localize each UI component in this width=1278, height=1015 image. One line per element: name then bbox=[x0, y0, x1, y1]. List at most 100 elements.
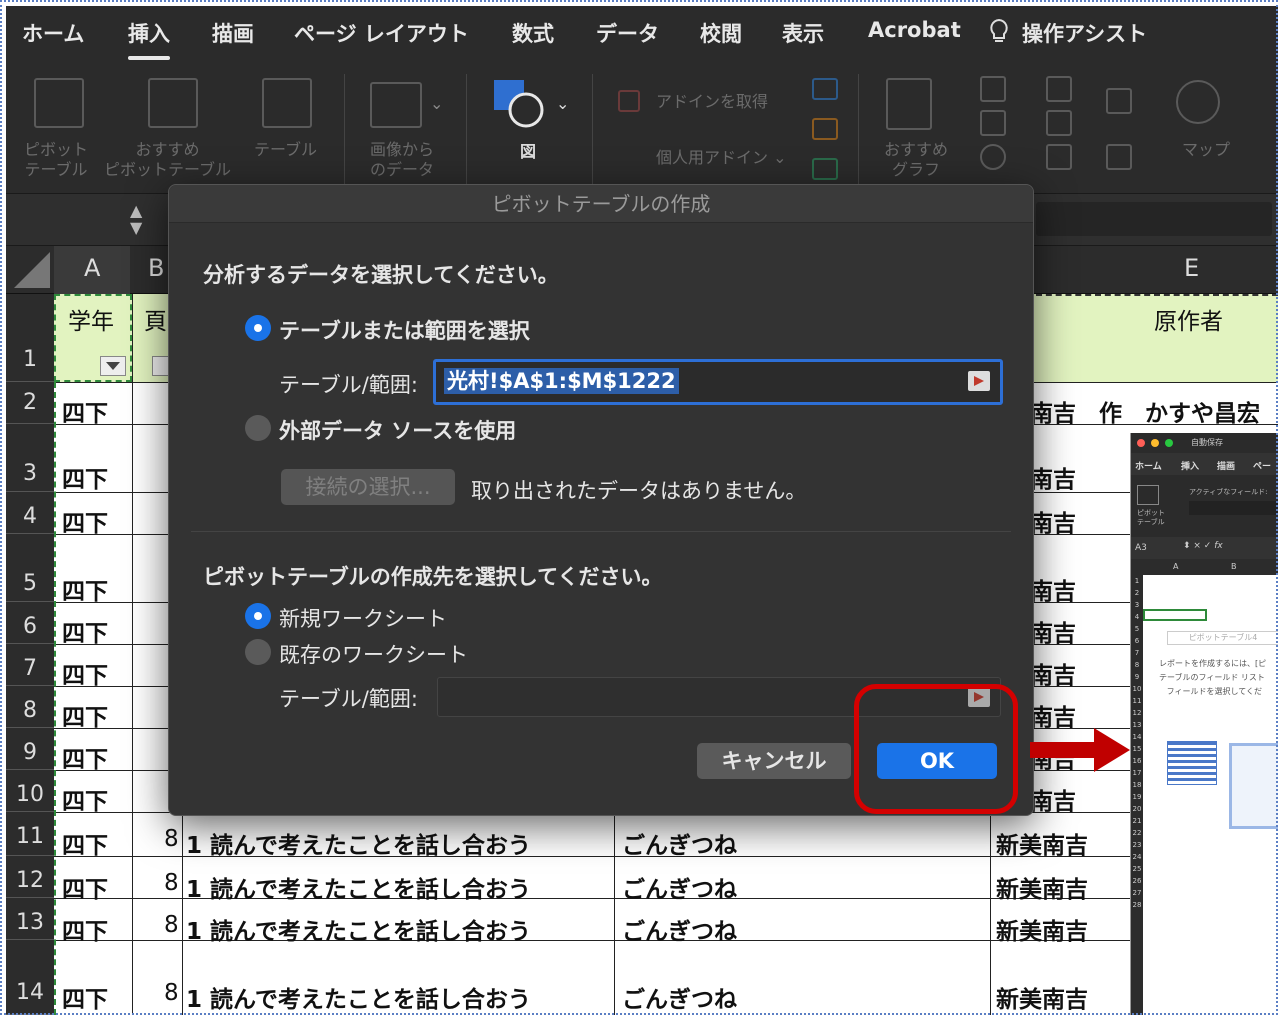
row-header-14[interactable]: 14 bbox=[6, 940, 54, 1015]
line-chart-icon[interactable] bbox=[980, 110, 1006, 136]
tab-draw[interactable]: 描画 bbox=[212, 18, 254, 48]
select-all-corner[interactable] bbox=[14, 252, 50, 288]
row-header-1[interactable]: 1 bbox=[6, 294, 54, 382]
image-data-icon[interactable] bbox=[370, 82, 422, 128]
tab-page-layout[interactable]: ページ レイアウト bbox=[294, 18, 469, 48]
radio-table-range[interactable] bbox=[245, 315, 271, 341]
tab-data[interactable]: データ bbox=[596, 18, 659, 48]
radio-existing-worksheet[interactable] bbox=[245, 639, 271, 665]
range-input[interactable]: 光村!$A$1:$M$1222 bbox=[433, 359, 1003, 405]
cell-e6[interactable]: 南吉 bbox=[1030, 614, 1076, 648]
row-header-5[interactable]: 5 bbox=[6, 534, 54, 602]
column-header-a[interactable]: A bbox=[84, 254, 100, 282]
cell-author[interactable]: 新美南吉 bbox=[996, 912, 1088, 946]
cell-e7[interactable]: 南吉 bbox=[1030, 656, 1076, 690]
shapes-icon[interactable] bbox=[492, 78, 552, 134]
cell-grade[interactable]: 四下 bbox=[62, 912, 108, 946]
formula-input[interactable] bbox=[1036, 202, 1272, 236]
row-header-3[interactable]: 3 bbox=[6, 424, 54, 492]
row-header-4[interactable]: 4 bbox=[6, 492, 54, 534]
tab-acrobat[interactable]: Acrobat bbox=[868, 18, 961, 42]
personal-addins-button[interactable]: 個人用アドイン ⌄ bbox=[656, 148, 787, 168]
recommended-chart-icon[interactable] bbox=[886, 78, 932, 130]
cell-grade[interactable]: 四下 bbox=[62, 980, 108, 1014]
recommended-chart-button[interactable]: おすすめ グラフ bbox=[884, 140, 948, 180]
filter-dropdown-icon[interactable] bbox=[100, 356, 126, 376]
radio-table-range-label[interactable]: テーブルまたは範囲を選択 bbox=[279, 315, 530, 345]
pivot-table-button[interactable]: ピボット テーブル bbox=[24, 140, 88, 180]
get-addins-button[interactable]: アドインを取得 bbox=[656, 92, 768, 112]
cell-grade[interactable]: 四下 bbox=[62, 460, 108, 494]
radio-existing-worksheet-label[interactable]: 既存のワークシート bbox=[279, 639, 468, 669]
figure-button[interactable]: 図 bbox=[520, 142, 536, 162]
cell-e2[interactable]: 南吉 作 かすや昌宏 bbox=[1030, 394, 1260, 428]
map-button[interactable]: マップ bbox=[1182, 140, 1230, 160]
scatter-chart-icon[interactable] bbox=[1046, 144, 1072, 170]
column-chart-icon[interactable] bbox=[980, 76, 1006, 102]
cell-grade[interactable]: 四下 bbox=[62, 656, 108, 690]
cell-title[interactable]: ごんぎつね bbox=[622, 870, 737, 904]
cell-grade[interactable]: 四下 bbox=[62, 504, 108, 538]
cell-e4[interactable]: 南吉 bbox=[1030, 504, 1076, 538]
radio-new-worksheet-label[interactable]: 新規ワークシート bbox=[279, 603, 447, 633]
radio-external-source-label[interactable]: 外部データ ソースを使用 bbox=[279, 415, 516, 445]
hierarchy-chart-icon[interactable] bbox=[1046, 76, 1072, 102]
cell-lesson[interactable]: 1 読んで考えたことを話し合おう bbox=[186, 870, 531, 904]
tab-insert[interactable]: 挿入 bbox=[128, 18, 170, 60]
cell-grade[interactable]: 四下 bbox=[62, 782, 108, 816]
tab-review[interactable]: 校閲 bbox=[700, 18, 742, 48]
cell-grade[interactable]: 四下 bbox=[62, 394, 108, 428]
column-header-b[interactable]: B bbox=[148, 254, 164, 282]
collapse-dialog-icon[interactable] bbox=[968, 371, 990, 391]
cell-grade[interactable]: 四下 bbox=[62, 698, 108, 732]
bing-icon[interactable] bbox=[812, 118, 838, 140]
choose-connection-button[interactable]: 接続の選択... bbox=[281, 469, 455, 505]
radio-new-worksheet[interactable] bbox=[245, 603, 271, 629]
cell-e5[interactable]: 南吉 bbox=[1030, 572, 1076, 606]
image-data-button[interactable]: 画像から のデータ bbox=[370, 140, 434, 180]
chevron-down-icon[interactable]: ⌄ bbox=[430, 94, 443, 113]
cell-page[interactable]: 8 bbox=[164, 980, 179, 1006]
stat-chart-icon[interactable] bbox=[1046, 110, 1072, 136]
pivot-table-icon[interactable] bbox=[34, 78, 84, 128]
cell-page[interactable]: 8 bbox=[164, 870, 179, 896]
cell-author[interactable]: 新美南吉 bbox=[996, 870, 1088, 904]
cell-title[interactable]: ごんぎつね bbox=[622, 826, 737, 860]
tab-view[interactable]: 表示 bbox=[782, 18, 824, 48]
table-icon[interactable] bbox=[262, 78, 312, 128]
visio-icon[interactable] bbox=[812, 78, 838, 100]
recommended-pivot-icon[interactable] bbox=[148, 78, 198, 128]
cell-a1[interactable]: 学年 bbox=[68, 302, 114, 336]
cell-lesson[interactable]: 1 読んで考えたことを話し合おう bbox=[186, 912, 531, 946]
row-header-9[interactable]: 9 bbox=[6, 728, 54, 770]
cell-grade[interactable]: 四下 bbox=[62, 614, 108, 648]
tab-formulas[interactable]: 数式 bbox=[512, 18, 554, 48]
row-header-12[interactable]: 12 bbox=[6, 856, 54, 898]
cell-e8[interactable]: 南吉 bbox=[1030, 698, 1076, 732]
cell-grade[interactable]: 四下 bbox=[62, 826, 108, 860]
table-button[interactable]: テーブル bbox=[254, 140, 317, 160]
tab-tell-me[interactable]: 操作アシスト bbox=[1022, 18, 1147, 48]
cell-title[interactable]: ごんぎつね bbox=[622, 912, 737, 946]
cell-e3[interactable]: 南吉 bbox=[1030, 460, 1076, 494]
waterfall-chart-icon[interactable] bbox=[1106, 88, 1132, 114]
row-header-8[interactable]: 8 bbox=[6, 686, 54, 728]
cell-lesson[interactable]: 1 読んで考えたことを話し合おう bbox=[186, 826, 531, 860]
combo-chart-icon[interactable] bbox=[1106, 144, 1132, 170]
row-header-6[interactable]: 6 bbox=[6, 602, 54, 644]
cell-e1[interactable]: 原作者 bbox=[1154, 302, 1223, 336]
cell-page[interactable]: 8 bbox=[164, 912, 179, 938]
cell-page[interactable]: 8 bbox=[164, 826, 179, 852]
cell-grade[interactable]: 四下 bbox=[62, 572, 108, 606]
name-box-stepper-icon[interactable]: ▲ ▼ bbox=[130, 202, 142, 236]
cell-lesson[interactable]: 1 読んで考えたことを話し合おう bbox=[186, 980, 531, 1014]
cell-grade[interactable]: 四下 bbox=[62, 740, 108, 774]
chevron-down-icon[interactable]: ⌄ bbox=[556, 94, 569, 113]
cell-author[interactable]: 新美南吉 bbox=[996, 980, 1088, 1014]
column-header-e[interactable]: E bbox=[1184, 254, 1199, 282]
cell-e10[interactable]: 南吉 bbox=[1030, 782, 1076, 816]
cell-author[interactable]: 新美南吉 bbox=[996, 826, 1088, 860]
tab-home[interactable]: ホーム bbox=[22, 18, 84, 48]
cell-grade[interactable]: 四下 bbox=[62, 870, 108, 904]
map-icon[interactable] bbox=[1176, 80, 1220, 124]
